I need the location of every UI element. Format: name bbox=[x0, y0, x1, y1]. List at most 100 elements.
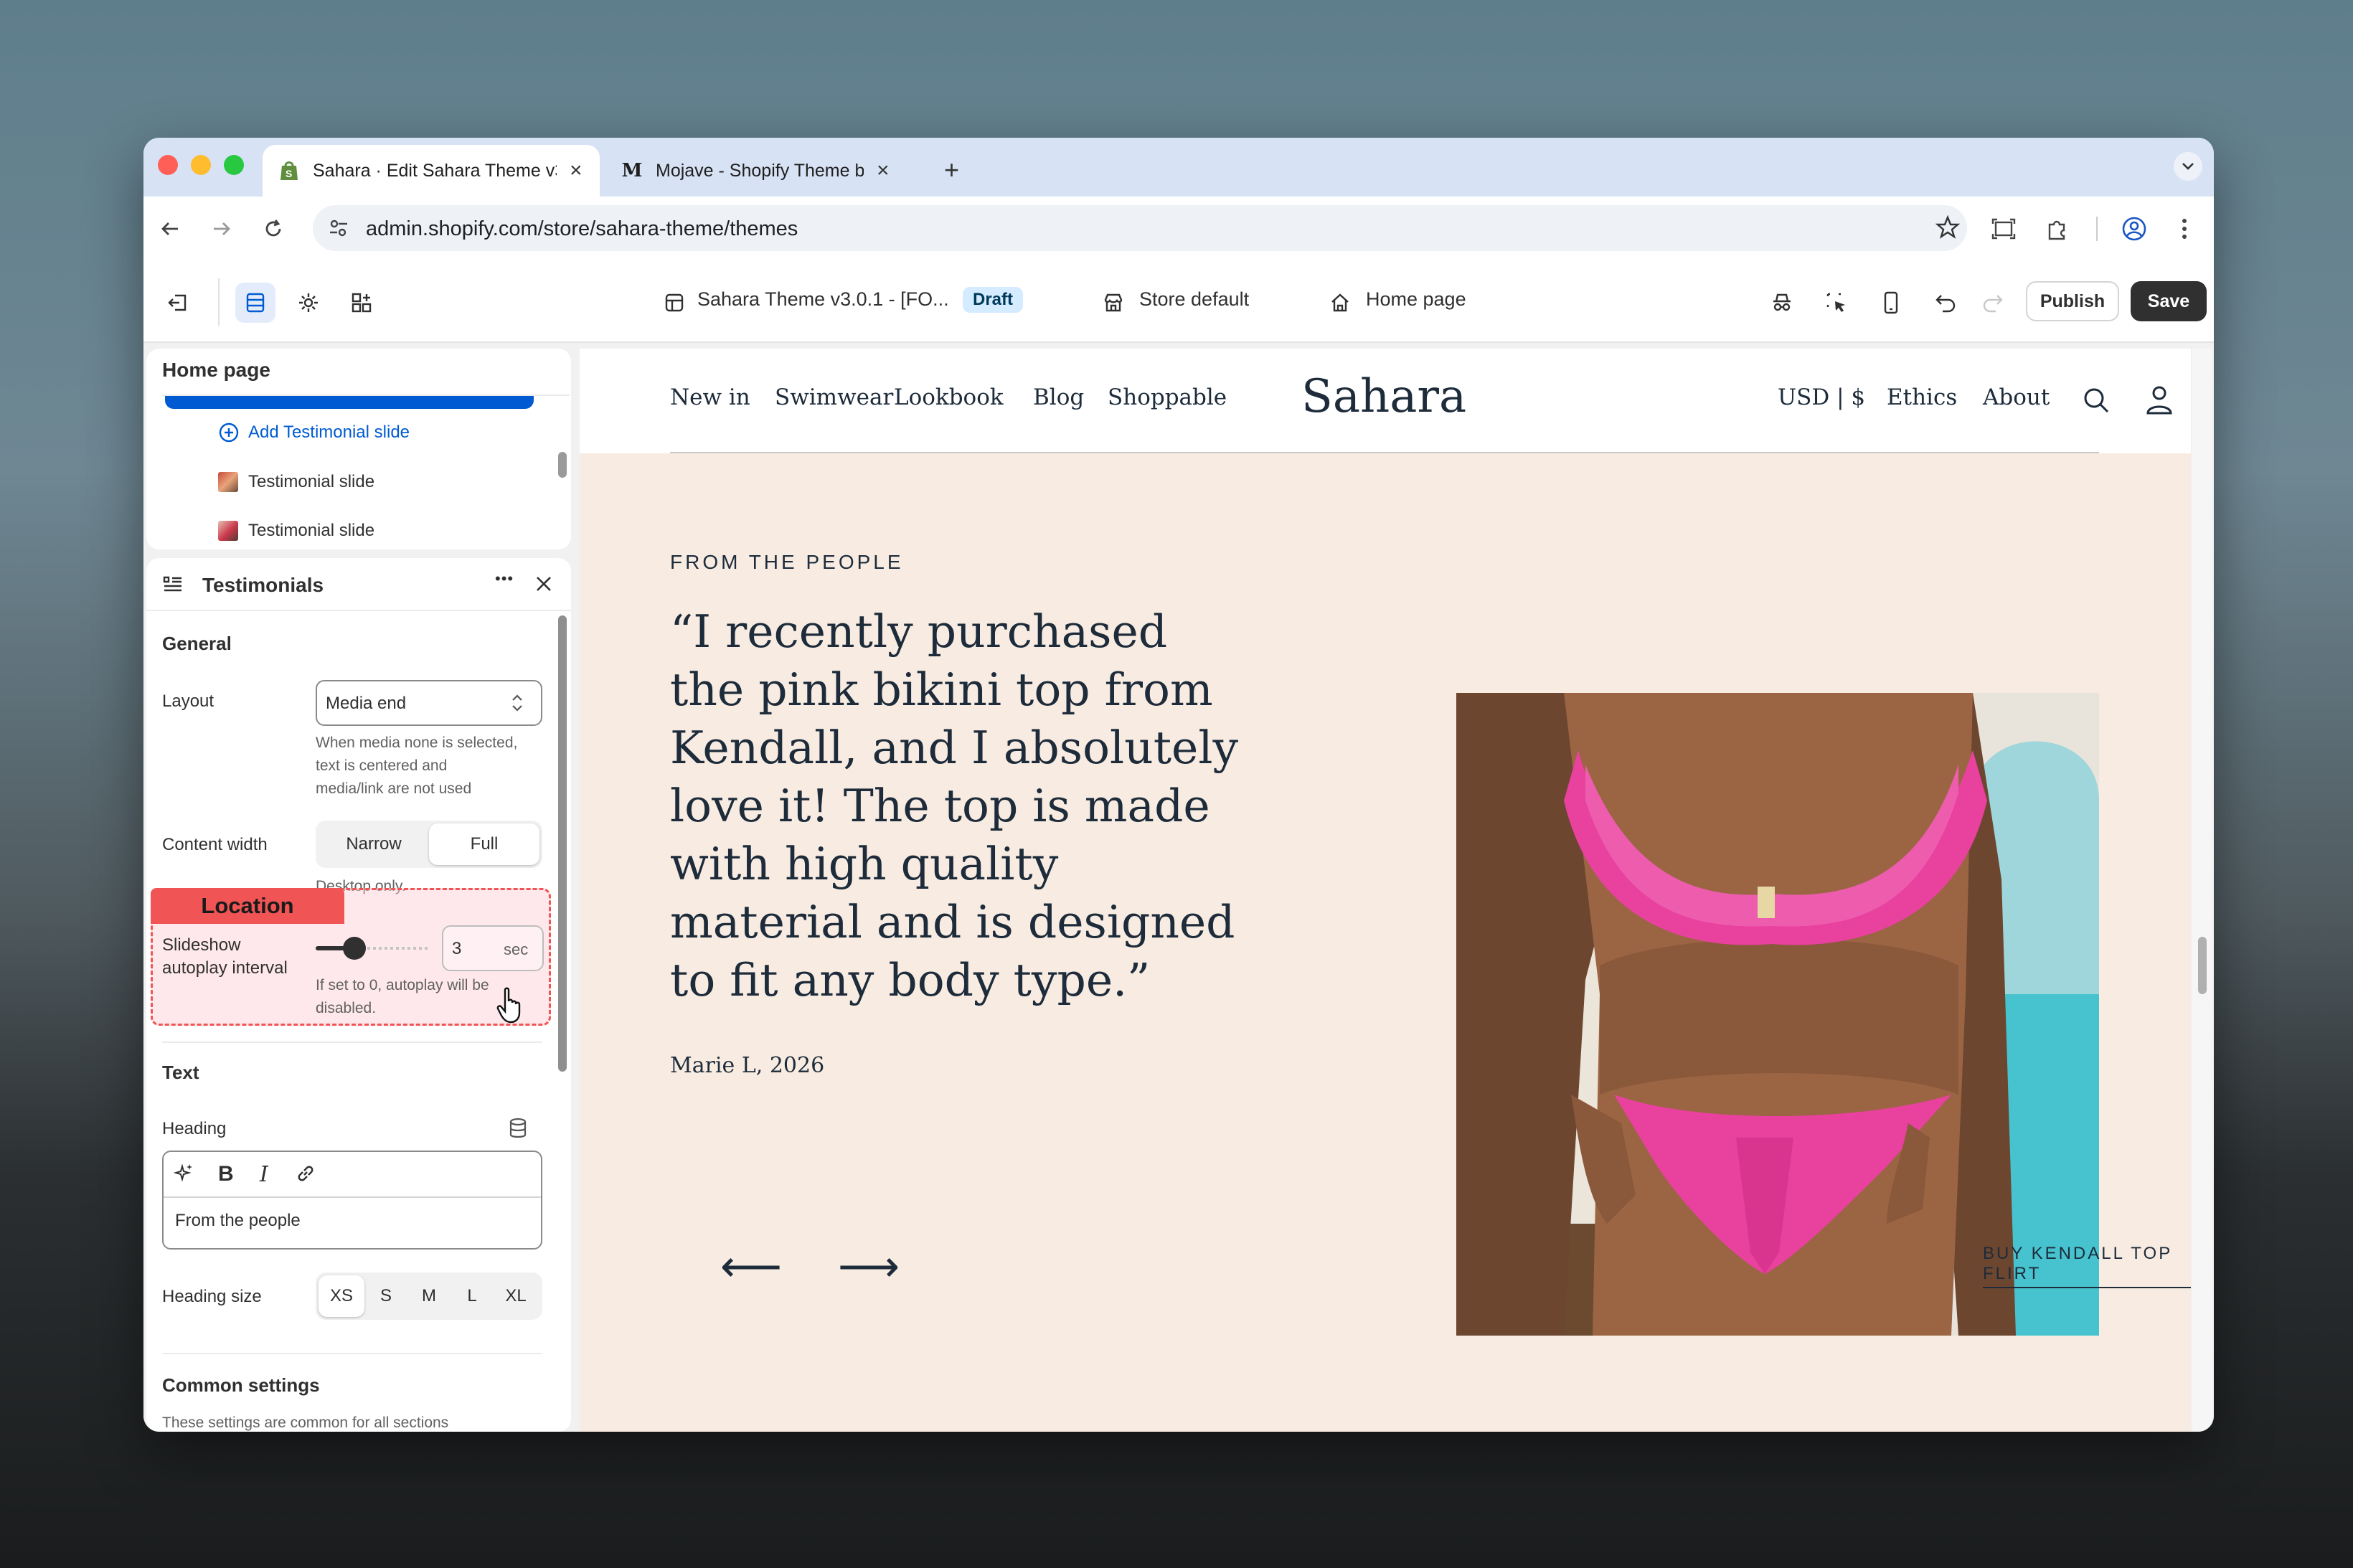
heading-size-m[interactable]: M bbox=[407, 1275, 451, 1317]
tab-mojave[interactable]: M Mojave - Shopify Theme by Dev × bbox=[605, 145, 907, 197]
slide-thumbnail-icon bbox=[218, 521, 238, 541]
sections-layout-icon[interactable] bbox=[235, 283, 275, 323]
interval-value: 3 bbox=[452, 939, 462, 958]
buy-product-link[interactable]: BUY KENDALL TOP FLIRT bbox=[1983, 1244, 2191, 1288]
kebab-menu-icon[interactable] bbox=[2166, 211, 2202, 247]
autoplay-slider[interactable] bbox=[316, 937, 430, 960]
maximize-window-button[interactable] bbox=[224, 155, 244, 175]
nav-link-swimwear[interactable]: Swimwear bbox=[775, 384, 893, 410]
add-slide-button[interactable]: Add Testimonial slide bbox=[218, 422, 410, 443]
slider-thumb[interactable] bbox=[343, 937, 367, 960]
layout-help-line: media/link are not used bbox=[316, 780, 472, 797]
screenshot-icon[interactable] bbox=[1986, 211, 2022, 247]
account-user-icon[interactable] bbox=[2145, 384, 2174, 418]
back-arrow-icon[interactable] bbox=[152, 211, 188, 247]
content-width-full[interactable]: Full bbox=[429, 823, 539, 865]
scrollbar-thumb[interactable] bbox=[558, 452, 567, 478]
forward-arrow-icon[interactable] bbox=[204, 211, 240, 247]
scrollbar-thumb[interactable] bbox=[558, 615, 567, 1072]
nav-link-shoppable[interactable]: Shoppable bbox=[1108, 384, 1227, 410]
slideshow-help-line: disabled. bbox=[316, 1000, 377, 1016]
quote-line: “I recently purchased bbox=[670, 605, 1168, 658]
save-button[interactable]: Save bbox=[2131, 281, 2207, 321]
extensions-puzzle-icon[interactable] bbox=[2039, 211, 2075, 247]
location-tag: Location bbox=[151, 888, 344, 924]
content-width-label: Content width bbox=[162, 835, 268, 854]
new-tab-button[interactable]: + bbox=[944, 155, 959, 185]
close-icon[interactable] bbox=[534, 574, 554, 598]
section-settings-panel: Testimonials ••• General Layout Media en… bbox=[146, 558, 571, 1432]
text-heading: Text bbox=[162, 1062, 199, 1083]
close-window-button[interactable] bbox=[158, 155, 178, 175]
selected-section-row[interactable] bbox=[165, 396, 534, 409]
store-selector[interactable]: Store default bbox=[1139, 288, 1249, 311]
nav-link-ethics[interactable]: Ethics bbox=[1887, 384, 1957, 410]
ai-sparkle-icon[interactable] bbox=[173, 1162, 195, 1187]
heading-richtext-editor[interactable]: B I From the people bbox=[162, 1151, 542, 1250]
theme-name[interactable]: Sahara Theme v3.0.1 - [FO... bbox=[697, 288, 949, 311]
mobile-preview-icon[interactable] bbox=[1871, 283, 1911, 323]
theme-editor-toolbar: Sahara Theme v3.0.1 - [FO... Draft Store… bbox=[143, 261, 2214, 343]
divider bbox=[162, 1353, 542, 1354]
minimize-window-button[interactable] bbox=[191, 155, 211, 175]
tab-title: Mojave - Shopify Theme by Dev bbox=[656, 160, 864, 181]
gear-icon[interactable] bbox=[288, 283, 329, 323]
nav-link-lookbook[interactable]: Lookbook bbox=[894, 384, 1004, 410]
scrollbar-thumb[interactable] bbox=[2198, 937, 2207, 994]
heading-size-xl[interactable]: XL bbox=[494, 1275, 538, 1317]
layout-select[interactable]: Media end bbox=[316, 680, 542, 726]
link-icon[interactable] bbox=[294, 1162, 317, 1189]
publish-button[interactable]: Publish bbox=[2026, 281, 2119, 321]
browser-window: S Sahara · Edit Sahara Theme v3.0.1 × M … bbox=[143, 138, 2214, 1432]
quote-line: material and is designed bbox=[670, 896, 1235, 948]
heading-size-xs[interactable]: XS bbox=[319, 1275, 364, 1317]
address-bar: admin.shopify.com/store/sahara-theme/the… bbox=[143, 197, 2214, 261]
section-tree-panel: Home page Add Testimonial slide Testimon… bbox=[146, 349, 571, 549]
quote-line: the pink bikini top from bbox=[670, 663, 1213, 716]
redo-icon[interactable] bbox=[1973, 283, 2013, 323]
undo-icon[interactable] bbox=[1925, 283, 1966, 323]
omnibox[interactable]: admin.shopify.com/store/sahara-theme/the… bbox=[313, 205, 1967, 251]
more-actions-button[interactable]: ••• bbox=[495, 570, 514, 588]
search-icon[interactable] bbox=[2082, 386, 2111, 418]
status-badge: Draft bbox=[963, 287, 1024, 313]
divider bbox=[146, 610, 571, 611]
layout-label: Layout bbox=[162, 691, 214, 711]
close-tab-icon[interactable]: × bbox=[570, 159, 583, 183]
autoplay-interval-input[interactable]: 3 sec bbox=[442, 925, 544, 971]
store-logo[interactable]: Sahara bbox=[1301, 370, 1466, 423]
italic-icon[interactable]: I bbox=[260, 1162, 268, 1187]
slide-label: Testimonial slide bbox=[248, 521, 375, 540]
profile-avatar-icon[interactable] bbox=[2116, 211, 2152, 247]
select-arrows-icon bbox=[509, 691, 525, 718]
nav-link-about[interactable]: About bbox=[1983, 384, 2050, 410]
site-settings-icon[interactable] bbox=[327, 217, 350, 243]
incognito-preview-icon[interactable] bbox=[1762, 283, 1802, 323]
tab-search-button[interactable] bbox=[2174, 152, 2202, 181]
bold-icon[interactable]: B bbox=[218, 1162, 234, 1186]
slideshow-label: autoplay interval bbox=[162, 958, 288, 978]
slide-next-arrow-icon[interactable]: ⟶ bbox=[838, 1245, 900, 1288]
layout-value: Media end bbox=[326, 694, 407, 713]
inspector-cursor-icon[interactable] bbox=[1816, 283, 1857, 323]
heading-value: From the people bbox=[175, 1211, 301, 1230]
nav-link-new-in[interactable]: New in bbox=[670, 384, 750, 410]
heading-size-l[interactable]: L bbox=[452, 1275, 492, 1317]
list-item[interactable]: Testimonial slide bbox=[218, 521, 374, 541]
exit-editor-icon[interactable] bbox=[158, 283, 198, 323]
currency-selector[interactable]: USD | $ bbox=[1778, 384, 1865, 410]
content-width-narrow[interactable]: Narrow bbox=[319, 823, 429, 865]
settings-title: Testimonials bbox=[202, 574, 324, 596]
page-selector[interactable]: Home page bbox=[1366, 288, 1466, 311]
dynamic-source-database-icon[interactable] bbox=[508, 1118, 528, 1143]
nav-link-blog[interactable]: Blog bbox=[1033, 384, 1084, 410]
bookmark-star-icon[interactable] bbox=[1935, 214, 1961, 243]
heading-size-label: Heading size bbox=[162, 1287, 262, 1306]
tab-sahara-editor[interactable]: S Sahara · Edit Sahara Theme v3.0.1 × bbox=[263, 145, 600, 197]
apps-blocks-icon[interactable] bbox=[341, 283, 382, 323]
slide-prev-arrow-icon[interactable]: ⟵ bbox=[720, 1245, 782, 1288]
close-tab-icon[interactable]: × bbox=[877, 159, 890, 183]
heading-size-s[interactable]: S bbox=[366, 1275, 406, 1317]
list-item[interactable]: Testimonial slide bbox=[218, 472, 374, 492]
reload-icon[interactable] bbox=[255, 211, 291, 247]
